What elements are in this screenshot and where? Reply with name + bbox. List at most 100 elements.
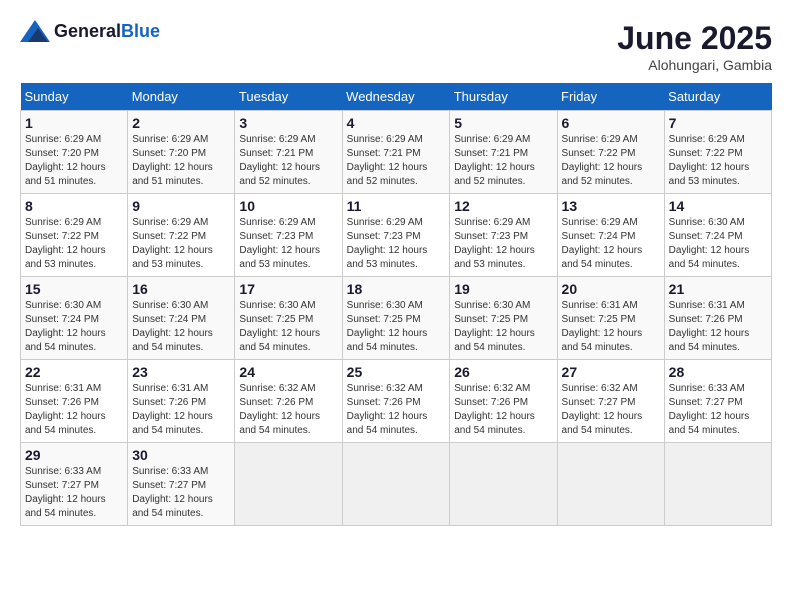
table-row: [557, 443, 664, 526]
day-number: 15: [25, 281, 123, 297]
day-info: Sunrise: 6:30 AM Sunset: 7:25 PM Dayligh…: [347, 299, 446, 355]
calendar-row: 29 Sunrise: 6:33 AM Sunset: 7:27 PM Dayl…: [21, 443, 772, 526]
day-number: 26: [454, 364, 552, 380]
table-row: [664, 443, 771, 526]
table-row: 2 Sunrise: 6:29 AM Sunset: 7:20 PM Dayli…: [128, 111, 235, 194]
day-info: Sunrise: 6:29 AM Sunset: 7:20 PM Dayligh…: [132, 133, 230, 189]
day-number: 27: [562, 364, 660, 380]
day-info: Sunrise: 6:32 AM Sunset: 7:27 PM Dayligh…: [562, 382, 660, 438]
calendar-table: Sunday Monday Tuesday Wednesday Thursday…: [20, 83, 772, 526]
table-row: 5 Sunrise: 6:29 AM Sunset: 7:21 PM Dayli…: [450, 111, 557, 194]
logo-general: GeneralBlue: [54, 21, 160, 42]
table-row: 16 Sunrise: 6:30 AM Sunset: 7:24 PM Dayl…: [128, 277, 235, 360]
day-number: 28: [669, 364, 767, 380]
day-info: Sunrise: 6:29 AM Sunset: 7:23 PM Dayligh…: [454, 216, 552, 272]
day-info: Sunrise: 6:32 AM Sunset: 7:26 PM Dayligh…: [239, 382, 337, 438]
day-number: 20: [562, 281, 660, 297]
day-info: Sunrise: 6:30 AM Sunset: 7:25 PM Dayligh…: [239, 299, 337, 355]
table-row: 25 Sunrise: 6:32 AM Sunset: 7:26 PM Dayl…: [342, 360, 450, 443]
table-row: 28 Sunrise: 6:33 AM Sunset: 7:27 PM Dayl…: [664, 360, 771, 443]
table-row: 8 Sunrise: 6:29 AM Sunset: 7:22 PM Dayli…: [21, 194, 128, 277]
day-number: 7: [669, 115, 767, 131]
calendar-body: 1 Sunrise: 6:29 AM Sunset: 7:20 PM Dayli…: [21, 111, 772, 526]
day-info: Sunrise: 6:30 AM Sunset: 7:24 PM Dayligh…: [669, 216, 767, 272]
day-info: Sunrise: 6:32 AM Sunset: 7:26 PM Dayligh…: [454, 382, 552, 438]
title-area: June 2025 Alohungari, Gambia: [617, 20, 772, 73]
table-row: 4 Sunrise: 6:29 AM Sunset: 7:21 PM Dayli…: [342, 111, 450, 194]
day-number: 16: [132, 281, 230, 297]
day-number: 6: [562, 115, 660, 131]
header-thursday: Thursday: [450, 83, 557, 111]
header-sunday: Sunday: [21, 83, 128, 111]
table-row: 6 Sunrise: 6:29 AM Sunset: 7:22 PM Dayli…: [557, 111, 664, 194]
calendar-header-row: Sunday Monday Tuesday Wednesday Thursday…: [21, 83, 772, 111]
table-row: [235, 443, 342, 526]
table-row: [342, 443, 450, 526]
day-number: 1: [25, 115, 123, 131]
day-info: Sunrise: 6:29 AM Sunset: 7:21 PM Dayligh…: [454, 133, 552, 189]
day-number: 25: [347, 364, 446, 380]
day-info: Sunrise: 6:29 AM Sunset: 7:22 PM Dayligh…: [562, 133, 660, 189]
day-info: Sunrise: 6:33 AM Sunset: 7:27 PM Dayligh…: [132, 465, 230, 521]
day-number: 29: [25, 447, 123, 463]
day-info: Sunrise: 6:29 AM Sunset: 7:21 PM Dayligh…: [347, 133, 446, 189]
table-row: 21 Sunrise: 6:31 AM Sunset: 7:26 PM Dayl…: [664, 277, 771, 360]
day-info: Sunrise: 6:29 AM Sunset: 7:21 PM Dayligh…: [239, 133, 337, 189]
day-number: 21: [669, 281, 767, 297]
day-info: Sunrise: 6:31 AM Sunset: 7:25 PM Dayligh…: [562, 299, 660, 355]
logo-icon: [20, 20, 50, 42]
day-number: 10: [239, 198, 337, 214]
day-number: 9: [132, 198, 230, 214]
table-row: 20 Sunrise: 6:31 AM Sunset: 7:25 PM Dayl…: [557, 277, 664, 360]
day-info: Sunrise: 6:29 AM Sunset: 7:22 PM Dayligh…: [132, 216, 230, 272]
table-row: 22 Sunrise: 6:31 AM Sunset: 7:26 PM Dayl…: [21, 360, 128, 443]
calendar-row: 8 Sunrise: 6:29 AM Sunset: 7:22 PM Dayli…: [21, 194, 772, 277]
header-tuesday: Tuesday: [235, 83, 342, 111]
day-number: 17: [239, 281, 337, 297]
day-info: Sunrise: 6:29 AM Sunset: 7:24 PM Dayligh…: [562, 216, 660, 272]
day-number: 22: [25, 364, 123, 380]
logo: GeneralBlue: [20, 20, 160, 42]
calendar-row: 15 Sunrise: 6:30 AM Sunset: 7:24 PM Dayl…: [21, 277, 772, 360]
table-row: [450, 443, 557, 526]
table-row: 7 Sunrise: 6:29 AM Sunset: 7:22 PM Dayli…: [664, 111, 771, 194]
day-number: 8: [25, 198, 123, 214]
page-header: GeneralBlue June 2025 Alohungari, Gambia: [20, 20, 772, 73]
day-info: Sunrise: 6:30 AM Sunset: 7:25 PM Dayligh…: [454, 299, 552, 355]
day-info: Sunrise: 6:29 AM Sunset: 7:23 PM Dayligh…: [239, 216, 337, 272]
table-row: 10 Sunrise: 6:29 AM Sunset: 7:23 PM Dayl…: [235, 194, 342, 277]
table-row: 11 Sunrise: 6:29 AM Sunset: 7:23 PM Dayl…: [342, 194, 450, 277]
day-info: Sunrise: 6:32 AM Sunset: 7:26 PM Dayligh…: [347, 382, 446, 438]
location-title: Alohungari, Gambia: [617, 57, 772, 73]
header-wednesday: Wednesday: [342, 83, 450, 111]
day-number: 19: [454, 281, 552, 297]
table-row: 18 Sunrise: 6:30 AM Sunset: 7:25 PM Dayl…: [342, 277, 450, 360]
day-number: 24: [239, 364, 337, 380]
month-title: June 2025: [617, 20, 772, 57]
header-saturday: Saturday: [664, 83, 771, 111]
day-info: Sunrise: 6:31 AM Sunset: 7:26 PM Dayligh…: [25, 382, 123, 438]
day-number: 11: [347, 198, 446, 214]
day-info: Sunrise: 6:30 AM Sunset: 7:24 PM Dayligh…: [132, 299, 230, 355]
table-row: 3 Sunrise: 6:29 AM Sunset: 7:21 PM Dayli…: [235, 111, 342, 194]
day-number: 3: [239, 115, 337, 131]
day-number: 12: [454, 198, 552, 214]
day-number: 30: [132, 447, 230, 463]
table-row: 23 Sunrise: 6:31 AM Sunset: 7:26 PM Dayl…: [128, 360, 235, 443]
day-number: 23: [132, 364, 230, 380]
day-number: 14: [669, 198, 767, 214]
day-number: 2: [132, 115, 230, 131]
day-info: Sunrise: 6:33 AM Sunset: 7:27 PM Dayligh…: [669, 382, 767, 438]
day-number: 4: [347, 115, 446, 131]
table-row: 14 Sunrise: 6:30 AM Sunset: 7:24 PM Dayl…: [664, 194, 771, 277]
day-info: Sunrise: 6:29 AM Sunset: 7:22 PM Dayligh…: [25, 216, 123, 272]
day-info: Sunrise: 6:31 AM Sunset: 7:26 PM Dayligh…: [132, 382, 230, 438]
table-row: 19 Sunrise: 6:30 AM Sunset: 7:25 PM Dayl…: [450, 277, 557, 360]
table-row: 15 Sunrise: 6:30 AM Sunset: 7:24 PM Dayl…: [21, 277, 128, 360]
day-number: 18: [347, 281, 446, 297]
table-row: 24 Sunrise: 6:32 AM Sunset: 7:26 PM Dayl…: [235, 360, 342, 443]
table-row: 17 Sunrise: 6:30 AM Sunset: 7:25 PM Dayl…: [235, 277, 342, 360]
table-row: 13 Sunrise: 6:29 AM Sunset: 7:24 PM Dayl…: [557, 194, 664, 277]
day-info: Sunrise: 6:29 AM Sunset: 7:20 PM Dayligh…: [25, 133, 123, 189]
table-row: 12 Sunrise: 6:29 AM Sunset: 7:23 PM Dayl…: [450, 194, 557, 277]
